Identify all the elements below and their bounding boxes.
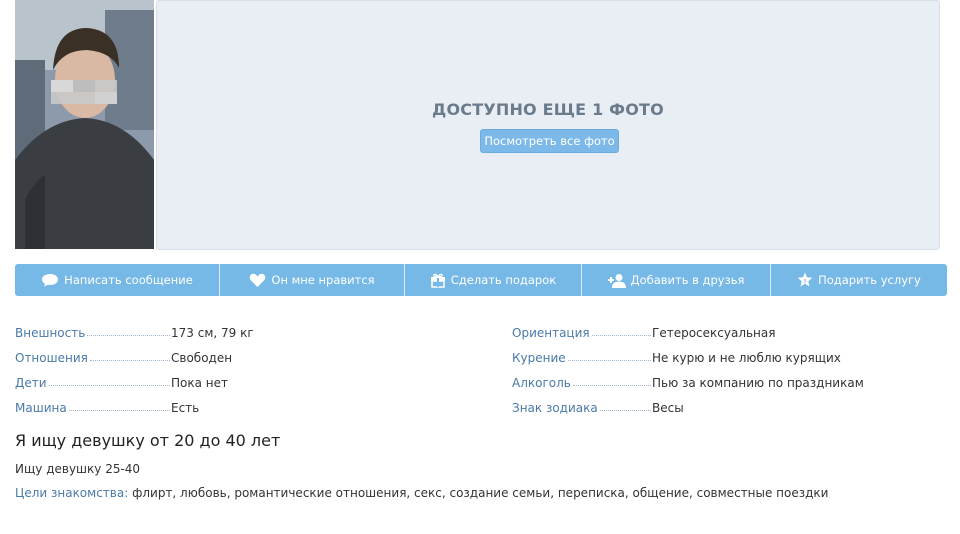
profile-details-right: Ориентация Гетеросексуальная Курение Не … [512, 320, 864, 420]
more-photos-text: ДОСТУПНО ЕЩЕ 1 ФОТО [432, 100, 664, 119]
detail-value: 173 см, 79 кг [171, 325, 254, 340]
detail-label: Машина [15, 400, 67, 415]
dating-goals-label: Цели знакомства: [15, 486, 129, 500]
like-label: Он мне нравится [271, 273, 375, 287]
add-user-icon [607, 273, 626, 288]
detail-value: Не курю и не люблю курящих [652, 350, 841, 365]
detail-label: Алкоголь [512, 375, 571, 390]
speech-bubble-icon [41, 273, 59, 287]
view-all-photos-button[interactable]: Посмотреть все фото [480, 129, 619, 153]
dating-goals: Цели знакомства: флирт, любовь, романтич… [15, 486, 828, 500]
detail-value: Пока нет [171, 375, 228, 390]
detail-row-alcohol: Алкоголь Пью за компанию по праздникам [512, 370, 864, 395]
send-gift-button[interactable]: Сделать подарок [405, 264, 582, 296]
heart-icon [249, 273, 266, 288]
detail-row-orientation: Ориентация Гетеросексуальная [512, 320, 864, 345]
profile-action-bar: Написать сообщение Он мне нравится Сдела… [15, 264, 947, 296]
detail-row-smoking: Курение Не курю и не люблю курящих [512, 345, 864, 370]
add-friend-button[interactable]: Добавить в друзья [582, 264, 771, 296]
give-service-label: Подарить услугу [818, 273, 921, 287]
detail-label: Ориентация [512, 325, 590, 340]
detail-value: Свободен [171, 350, 233, 365]
detail-value: Весы [652, 400, 684, 415]
detail-label: Отношения [15, 350, 88, 365]
svg-text:$: $ [803, 278, 807, 284]
detail-label: Знак зодиака [512, 400, 598, 415]
more-photos-panel: ДОСТУПНО ЕЩЕ 1 ФОТО Посмотреть все фото [156, 0, 940, 250]
star-badge-icon: $ [797, 272, 813, 288]
profile-photo[interactable] [15, 0, 154, 249]
add-friend-label: Добавить в друзья [630, 273, 745, 287]
detail-row-zodiac: Знак зодиака Весы [512, 395, 864, 420]
detail-label: Внешность [15, 325, 86, 340]
gift-icon [430, 272, 446, 288]
detail-row-appearance: Внешность 173 см, 79 кг [15, 320, 254, 345]
like-button[interactable]: Он мне нравится [220, 264, 405, 296]
detail-row-car: Машина Есть [15, 395, 254, 420]
detail-value: Есть [171, 400, 200, 415]
detail-label: Дети [15, 375, 47, 390]
detail-row-children: Дети Пока нет [15, 370, 254, 395]
write-message-label: Написать сообщение [64, 273, 193, 287]
seeking-text: Ищу девушку 25-40 [15, 462, 141, 476]
seeking-title: Я ищу девушку от 20 до 40 лет [15, 431, 281, 450]
send-gift-label: Сделать подарок [450, 273, 557, 287]
give-service-button[interactable]: $ Подарить услугу [771, 264, 947, 296]
detail-value: Пью за компанию по праздникам [652, 375, 864, 390]
detail-row-relationship: Отношения Свободен [15, 345, 254, 370]
detail-value: Гетеросексуальная [652, 325, 776, 340]
profile-details-left: Внешность 173 см, 79 кг Отношения Свобод… [15, 320, 254, 420]
write-message-button[interactable]: Написать сообщение [15, 264, 220, 296]
detail-label: Курение [512, 350, 566, 365]
dating-goals-value: флирт, любовь, романтические отношения, … [132, 486, 829, 500]
